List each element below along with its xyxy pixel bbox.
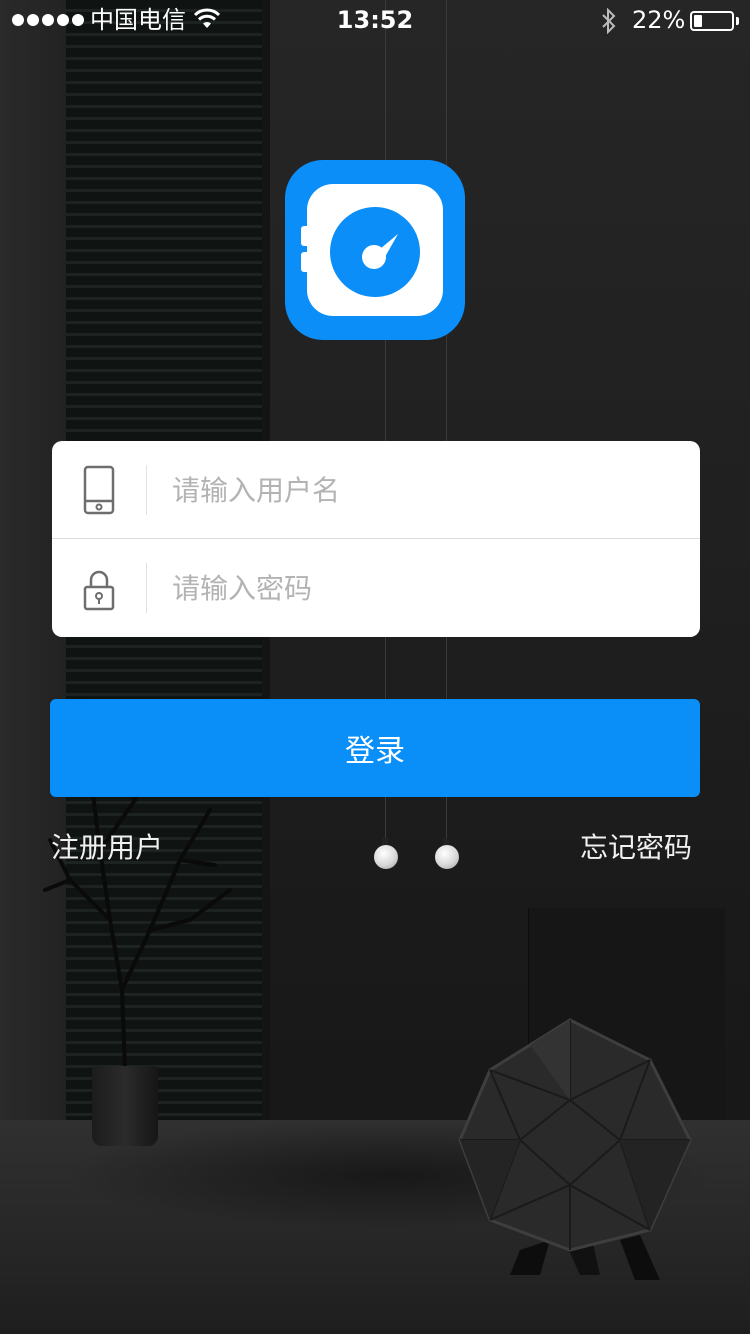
light-bulb-left — [374, 845, 398, 869]
username-row — [52, 441, 700, 539]
lock-icon — [83, 570, 115, 611]
app-logo — [285, 160, 465, 340]
bluetooth-icon — [602, 8, 616, 34]
forgot-password-link[interactable]: 忘记密码 — [580, 828, 692, 868]
status-bar: 中国电信 13:52 22% — [0, 0, 750, 40]
battery-icon — [690, 11, 734, 31]
username-separator — [146, 465, 147, 515]
light-bulb-right — [435, 845, 459, 869]
battery-percent: 22% — [632, 6, 686, 34]
password-input[interactable] — [172, 563, 672, 613]
battery-tip — [736, 17, 739, 25]
plant-pot — [92, 1066, 158, 1146]
password-row — [52, 539, 700, 637]
compass-gauge-icon — [301, 184, 443, 316]
username-input[interactable] — [172, 465, 672, 515]
login-button[interactable]: 登录 — [50, 699, 700, 797]
battery-level-fill — [694, 15, 702, 27]
register-link[interactable]: 注册用户 — [51, 828, 163, 868]
login-form — [52, 441, 700, 637]
armchair-illustration — [458, 1018, 692, 1280]
phone-icon — [83, 465, 115, 515]
password-separator — [146, 563, 147, 613]
